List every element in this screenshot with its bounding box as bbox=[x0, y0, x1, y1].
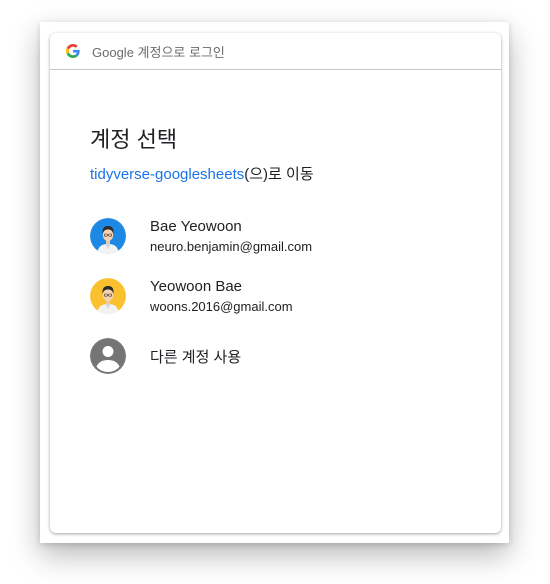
dialog-header: Google 계정으로 로그인 bbox=[50, 33, 501, 70]
use-another-account-label: 다른 계정 사용 bbox=[150, 348, 242, 366]
use-another-account-button[interactable]: 다른 계정 사용 bbox=[90, 334, 460, 378]
google-logo-icon bbox=[66, 44, 80, 58]
signin-dialog: Google 계정으로 로그인 계정 선택 tidyverse-googlesh… bbox=[50, 33, 501, 533]
header-brand: Google bbox=[92, 44, 134, 60]
account-name: Bae Yeowoon bbox=[150, 217, 242, 235]
account-item[interactable]: Yeowoon Bae woons.2016@gmail.com bbox=[90, 274, 460, 318]
header-title: Google 계정으로 로그인 bbox=[92, 42, 225, 61]
app-name-link[interactable]: tidyverse-googlesheets bbox=[90, 166, 244, 183]
avatar bbox=[90, 278, 126, 314]
subtitle-suffix: (으)로 이동 bbox=[244, 166, 314, 183]
account-email: neuro.benjamin@gmail.com bbox=[150, 238, 313, 254]
account-name: Yeowoon Bae bbox=[150, 277, 243, 295]
account-item[interactable]: Bae Yeowoon neuro.benjamin@gmail.com bbox=[90, 214, 460, 258]
account-email: woons.2016@gmail.com bbox=[150, 298, 293, 314]
avatar bbox=[90, 218, 126, 254]
header-title-text: 계정으로 로그인 bbox=[137, 44, 225, 60]
subtitle: tidyverse-googlesheets(으)로 이동 bbox=[90, 163, 314, 184]
page-title: 계정 선택 bbox=[90, 127, 178, 152]
account-circle-icon bbox=[90, 338, 126, 374]
